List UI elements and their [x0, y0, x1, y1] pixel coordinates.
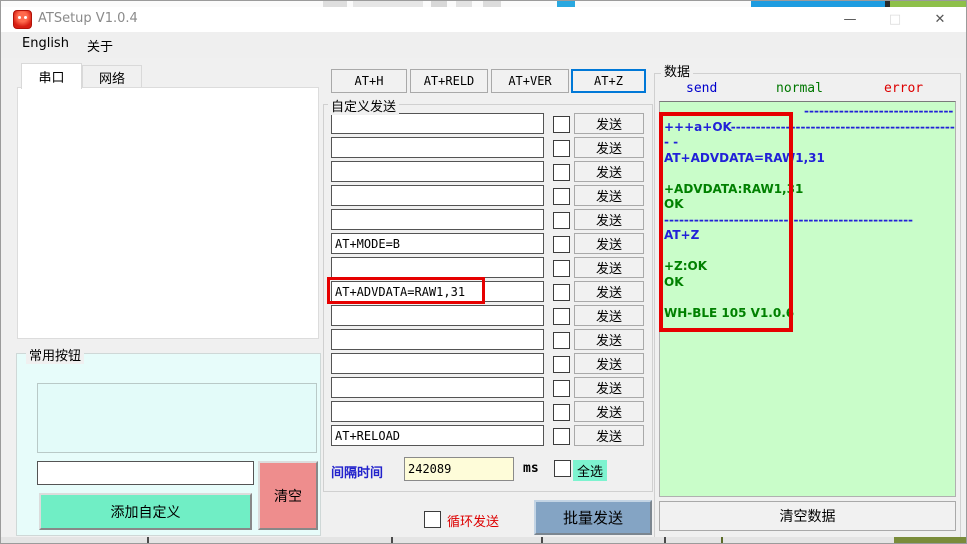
log-line: AT+ADVDATA=RAW1,31 [664, 151, 955, 167]
custom-send-input-4[interactable] [331, 185, 544, 206]
send-button-2[interactable]: 发送 [574, 137, 644, 158]
custom-send-input-13[interactable] [331, 401, 544, 422]
send-button-7[interactable]: 发送 [574, 257, 644, 278]
send-button-12[interactable]: 发送 [574, 377, 644, 398]
custom-send-checkbox-5[interactable] [553, 212, 570, 229]
common-buttons-list[interactable] [37, 383, 317, 453]
log-line: ----------------------------------------… [664, 213, 955, 229]
custom-send-checkbox-3[interactable] [553, 164, 570, 181]
add-custom-button[interactable]: 添加自定义 [39, 493, 252, 530]
custom-send-input-9[interactable] [331, 305, 544, 326]
select-all-label[interactable]: 全选 [573, 460, 607, 481]
log-line: - - [664, 135, 955, 151]
custom-send-input-8[interactable] [331, 281, 544, 302]
menu-bar: English 关于 [1, 32, 967, 58]
background-bottom-strip [1, 537, 967, 544]
background-tick [391, 537, 393, 544]
background-tick [721, 537, 723, 544]
custom-send-checkbox-10[interactable] [553, 332, 570, 349]
log-line: +Z:OK [664, 259, 955, 275]
window-title: ATSetup V1.0.4 [38, 11, 138, 26]
loop-send-label: 循环发送 [447, 511, 499, 530]
log-line: OK [664, 275, 955, 291]
custom-send-title: 自定义发送 [328, 96, 399, 115]
loop-send-checkbox[interactable] [424, 511, 441, 528]
custom-send-checkbox-12[interactable] [553, 380, 570, 397]
interval-input[interactable] [404, 457, 514, 481]
custom-send-input-5[interactable] [331, 209, 544, 230]
send-button-5[interactable]: 发送 [574, 209, 644, 230]
custom-send-checkbox-8[interactable] [553, 284, 570, 301]
send-button-4[interactable]: 发送 [574, 185, 644, 206]
background-tick [664, 537, 666, 544]
custom-send-input-14[interactable] [331, 425, 544, 446]
legend-normal: normal [776, 81, 823, 96]
at-z-button[interactable]: AT+Z [571, 69, 646, 93]
custom-send-checkbox-13[interactable] [553, 404, 570, 421]
send-button-13[interactable]: 发送 [574, 401, 644, 422]
custom-send-input-6[interactable] [331, 233, 544, 254]
common-buttons-title: 常用按钮 [26, 345, 84, 364]
interval-label: 间隔时间 [331, 462, 383, 481]
custom-send-input-12[interactable] [331, 377, 544, 398]
custom-send-checkbox-6[interactable] [553, 236, 570, 253]
custom-send-checkbox-9[interactable] [553, 308, 570, 325]
custom-send-input-7[interactable] [331, 257, 544, 278]
send-button-11[interactable]: 发送 [574, 353, 644, 374]
at-ver-button[interactable]: AT+VER [491, 69, 569, 93]
custom-send-checkbox-14[interactable] [553, 428, 570, 445]
send-button-10[interactable]: 发送 [574, 329, 644, 350]
background-taskbar-piece [894, 537, 967, 544]
minimize-button[interactable]: — [829, 7, 871, 32]
send-button-6[interactable]: 发送 [574, 233, 644, 254]
log-line [664, 166, 955, 182]
send-button-9[interactable]: 发送 [574, 305, 644, 326]
custom-send-checkbox-4[interactable] [553, 188, 570, 205]
log-line: ------------------------------ [664, 104, 955, 120]
interval-unit-label: ms [523, 461, 539, 476]
custom-send-input-3[interactable] [331, 161, 544, 182]
send-button-1[interactable]: 发送 [574, 113, 644, 134]
custom-send-input-1[interactable] [331, 113, 544, 134]
custom-send-input-10[interactable] [331, 329, 544, 350]
log-line: OK [664, 197, 955, 213]
legend-error: error [884, 81, 923, 96]
log-line: WH-BLE 105 V1.0.6 [664, 306, 955, 322]
send-button-3[interactable]: 发送 [574, 161, 644, 182]
batch-send-button[interactable]: 批量发送 [534, 500, 652, 535]
select-all-checkbox[interactable] [554, 460, 571, 477]
at-reld-button[interactable]: AT+RELD [410, 69, 488, 93]
custom-send-checkbox-1[interactable] [553, 116, 570, 133]
clear-data-button[interactable]: 清空数据 [659, 501, 956, 531]
tab-serial[interactable]: 串口 [21, 63, 82, 89]
custom-send-input-2[interactable] [331, 137, 544, 158]
log-line: +++a+OK---------------------------------… [664, 120, 955, 136]
data-panel-title: 数据 [661, 61, 693, 80]
menu-about[interactable]: 关于 [87, 36, 113, 55]
title-bar: ATSetup V1.0.4 — □ ✕ [1, 7, 967, 32]
custom-command-input[interactable] [37, 461, 254, 485]
log-line: AT+Z [664, 228, 955, 244]
log-line: +ADVDATA:RAW1,31 [664, 182, 955, 198]
at-h-button[interactable]: AT+H [331, 69, 407, 93]
send-button-14[interactable]: 发送 [574, 425, 644, 446]
legend-send: send [686, 81, 717, 96]
custom-send-checkbox-7[interactable] [553, 260, 570, 277]
close-button[interactable]: ✕ [919, 7, 961, 32]
menu-english[interactable]: English [22, 36, 69, 51]
atsetup-window: ATSetup V1.0.4 — □ ✕ English 关于 串口 网络 串口… [0, 0, 967, 544]
background-tick [147, 537, 149, 544]
log-line [664, 290, 955, 306]
serial-settings-panel [17, 87, 319, 339]
maximize-button: □ [874, 7, 916, 32]
background-tick [541, 537, 543, 544]
data-log[interactable]: ------------------------------+++a+OK---… [659, 101, 956, 497]
custom-send-checkbox-11[interactable] [553, 356, 570, 373]
app-icon [13, 10, 32, 29]
custom-send-input-11[interactable] [331, 353, 544, 374]
clear-common-button[interactable]: 清空 [258, 461, 318, 530]
log-line [664, 244, 955, 260]
send-button-8[interactable]: 发送 [574, 281, 644, 302]
custom-send-checkbox-2[interactable] [553, 140, 570, 157]
